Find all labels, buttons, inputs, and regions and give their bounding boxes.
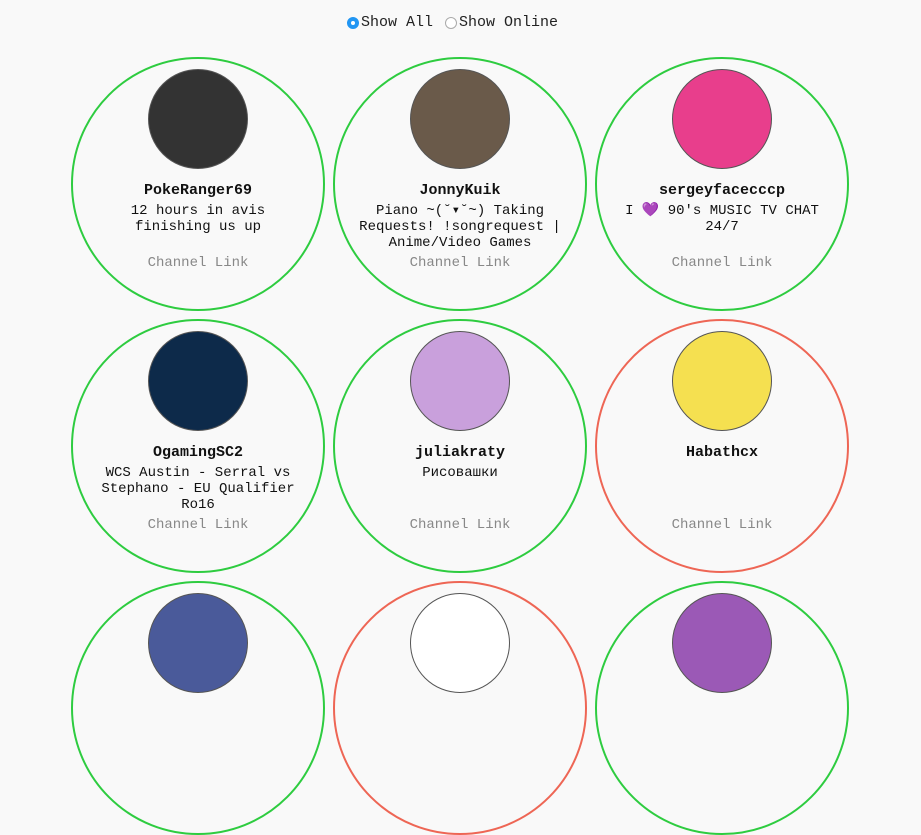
channel-link[interactable]: Channel Link xyxy=(73,517,323,533)
radio-checked-icon xyxy=(347,16,359,29)
channel-card: PokeRanger69 12 hours in avis finishing … xyxy=(71,57,325,311)
radio-unchecked-icon xyxy=(445,16,458,29)
channel-link[interactable]: Channel Link xyxy=(73,255,323,271)
channel-card: sergeyfacecccp I 💜 90's MUSIC TV CHAT 24… xyxy=(595,57,849,311)
channel-link[interactable]: Channel Link xyxy=(335,517,585,533)
channel-description: Рисовашки xyxy=(422,465,498,481)
channel-avatar xyxy=(672,593,772,693)
channel-name: juliakraty xyxy=(414,444,505,461)
channel-description: WCS Austin - Serral vs Stephano - EU Qua… xyxy=(101,465,295,513)
channel-card: Habathcx Channel Link xyxy=(595,319,849,573)
channel-avatar xyxy=(410,331,510,431)
channel-avatar xyxy=(148,331,248,431)
channel-link[interactable]: Channel Link xyxy=(597,255,847,271)
channel-description: Piano ~(˘▾˘~) Taking Requests! !songrequ… xyxy=(359,203,561,251)
show-all-radio[interactable]: Show All xyxy=(347,14,433,31)
channel-avatar xyxy=(672,69,772,169)
channel-name: sergeyfacecccp xyxy=(658,182,786,199)
show-online-radio[interactable]: Show Online xyxy=(445,14,558,31)
channel-avatar xyxy=(148,593,248,693)
channel-avatar xyxy=(410,69,510,169)
channel-name: JonnyKuik xyxy=(419,182,501,199)
channel-name: Habathcx xyxy=(685,444,758,461)
channel-card: OgamingSC2 WCS Austin - Serral vs Stepha… xyxy=(71,319,325,573)
channel-name: PokeRanger69 xyxy=(143,182,253,199)
show-online-label: Show Online xyxy=(459,14,559,31)
channel-name: OgamingSC2 xyxy=(152,444,243,461)
status-filter: Show All Show Online xyxy=(347,14,570,31)
channel-avatar xyxy=(148,69,248,169)
channel-description xyxy=(89,706,307,754)
channel-card xyxy=(595,581,849,835)
channel-avatar xyxy=(410,593,510,693)
channel-card: juliakraty Рисовашки Channel Link xyxy=(333,319,587,573)
channel-description xyxy=(613,465,831,513)
channel-link[interactable]: Channel Link xyxy=(597,517,847,533)
channel-description: I 💜 90's MUSIC TV CHAT 24/7 xyxy=(625,203,819,235)
channel-avatar xyxy=(672,331,772,431)
channel-card xyxy=(333,581,587,835)
channel-link[interactable]: Channel Link xyxy=(335,255,585,271)
channel-description: 12 hours in avis finishing us up xyxy=(130,203,266,235)
channel-description xyxy=(613,706,831,754)
channel-card: JonnyKuik Piano ~(˘▾˘~) Taking Requests!… xyxy=(333,57,587,311)
channel-card xyxy=(71,581,325,835)
show-all-label: Show All xyxy=(361,14,434,31)
channel-description xyxy=(351,706,569,754)
